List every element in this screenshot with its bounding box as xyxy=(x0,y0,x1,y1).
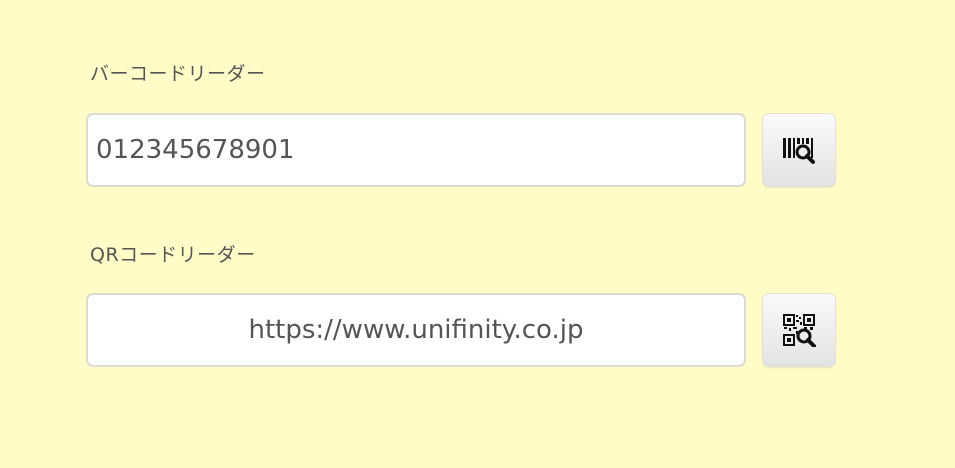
barcode-scan-button[interactable] xyxy=(762,113,836,187)
qrcode-scan-button[interactable] xyxy=(762,293,836,367)
qrcode-value-field[interactable]: https://www.unifinity.co.jp xyxy=(86,293,746,367)
qrcode-reader-label: QRコードリーダー xyxy=(90,244,256,266)
barcode-value-field[interactable]: 012345678901 xyxy=(86,113,746,187)
barcode-scan-icon xyxy=(783,138,815,164)
qrcode-scan-icon xyxy=(783,314,816,347)
barcode-reader-label: バーコードリーダー xyxy=(90,63,266,85)
